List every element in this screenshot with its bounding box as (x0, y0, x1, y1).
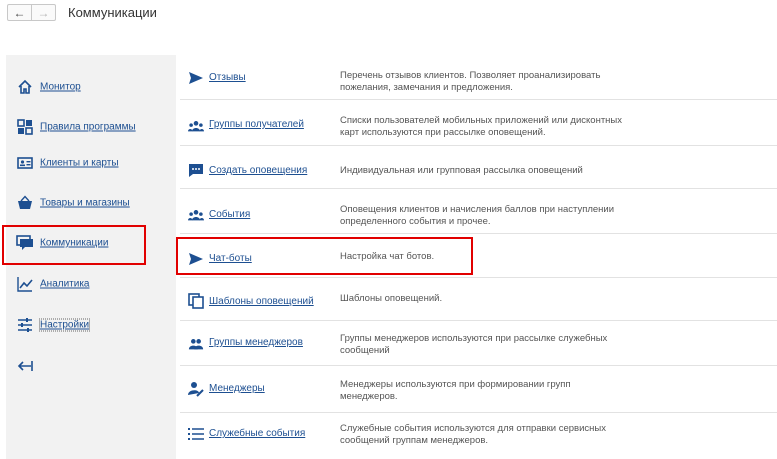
users-icon (188, 336, 204, 352)
list-item: Группы менеджеров Группы менеджеров испо… (180, 321, 777, 366)
list-item: Отзывы Перечень отзывов клиентов. Позвол… (180, 55, 777, 100)
arrow-right-icon: → (37, 5, 50, 20)
link-notification-templates[interactable]: Шаблоны оповещений (209, 296, 314, 307)
users-icon (188, 207, 204, 223)
sidebar-item-clients[interactable]: Клиенты и карты (6, 143, 176, 183)
row-description: Оповещения клиентов и начисления баллов … (340, 204, 615, 227)
chat-icon (16, 234, 34, 252)
users-icon (188, 118, 204, 134)
sidebar-item-settings[interactable]: Настройки (6, 305, 176, 345)
list-item: События Оповещения клиентов и начисления… (180, 189, 777, 234)
home-icon (16, 78, 34, 96)
copy-icon (188, 293, 204, 309)
row-description: Служебные события используются для отпра… (340, 423, 606, 446)
link-reviews[interactable]: Отзывы (209, 72, 246, 83)
sidebar-item-communications[interactable]: Коммуникации (6, 223, 176, 263)
link-recipient-groups[interactable]: Группы получателей (209, 119, 304, 130)
list-item: Создать оповещения Индивидуальная или гр… (180, 146, 777, 189)
row-description: Настройка чат ботов. (340, 251, 435, 262)
history-nav: ← → (7, 4, 56, 21)
collapse-left-icon (16, 357, 34, 375)
link-managers[interactable]: Менеджеры (209, 383, 265, 394)
row-description: Шаблоны оповещений. (340, 293, 443, 304)
sidebar-item-goods[interactable]: Товары и магазины (6, 183, 176, 223)
sidebar-item-label: Настройки (38, 318, 91, 332)
sidebar-collapse-button[interactable] (6, 346, 176, 386)
page-title: Коммуникации (68, 5, 157, 20)
list-item: Группы получателей Списки пользователей … (180, 100, 777, 146)
row-description: Группы менеджеров используются при рассы… (340, 333, 608, 356)
user-edit-icon (188, 381, 204, 397)
row-description: Списки пользователей мобильных приложени… (340, 115, 622, 138)
row-description: Индивидуальная или групповая рассылка оп… (340, 165, 583, 176)
list-item: Менеджеры Менеджеры используются при фор… (180, 366, 777, 413)
message-icon (188, 162, 204, 178)
id-card-icon (16, 154, 34, 172)
list-icon (188, 426, 204, 442)
link-chatbots[interactable]: Чат-боты (209, 253, 252, 264)
list-item: Шаблоны оповещений Шаблоны оповещений. (180, 278, 777, 321)
sidebar-item-label: Клиенты и карты (40, 157, 119, 169)
send-icon (188, 251, 204, 267)
sidebar-item-label: Коммуникации (40, 237, 109, 249)
top-bar: ← → Коммуникации (0, 0, 777, 34)
back-button[interactable]: ← (8, 5, 31, 20)
sidebar: Монитор Правила программы Клиенты и карт… (6, 55, 176, 459)
sidebar-item-label: Аналитика (40, 278, 90, 290)
sidebar-item-monitor[interactable]: Монитор (6, 67, 176, 107)
link-events[interactable]: События (209, 209, 250, 220)
link-service-events[interactable]: Служебные события (209, 428, 305, 439)
sidebar-item-label: Правила программы (40, 121, 136, 133)
link-manager-groups[interactable]: Группы менеджеров (209, 337, 303, 348)
list-item: Служебные события Служебные события испо… (180, 413, 777, 459)
sidebar-item-analytics[interactable]: Аналитика (6, 264, 176, 304)
send-icon (188, 70, 204, 86)
sidebar-item-program-rules[interactable]: Правила программы (6, 107, 176, 147)
sidebar-item-label: Товары и магазины (40, 197, 130, 209)
basket-icon (16, 194, 34, 212)
arrow-left-icon: ← (13, 5, 26, 20)
row-description: Перечень отзывов клиентов. Позволяет про… (340, 70, 601, 93)
sliders-icon (16, 316, 34, 334)
list-item: Чат-боты Настройка чат ботов. (180, 234, 777, 278)
chart-icon (16, 275, 34, 293)
grid-icon (16, 118, 34, 136)
sidebar-item-label: Монитор (40, 81, 81, 93)
link-create-notifications[interactable]: Создать оповещения (209, 165, 307, 176)
forward-button[interactable]: → (31, 5, 55, 20)
row-description: Менеджеры используются при формировании … (340, 379, 571, 402)
